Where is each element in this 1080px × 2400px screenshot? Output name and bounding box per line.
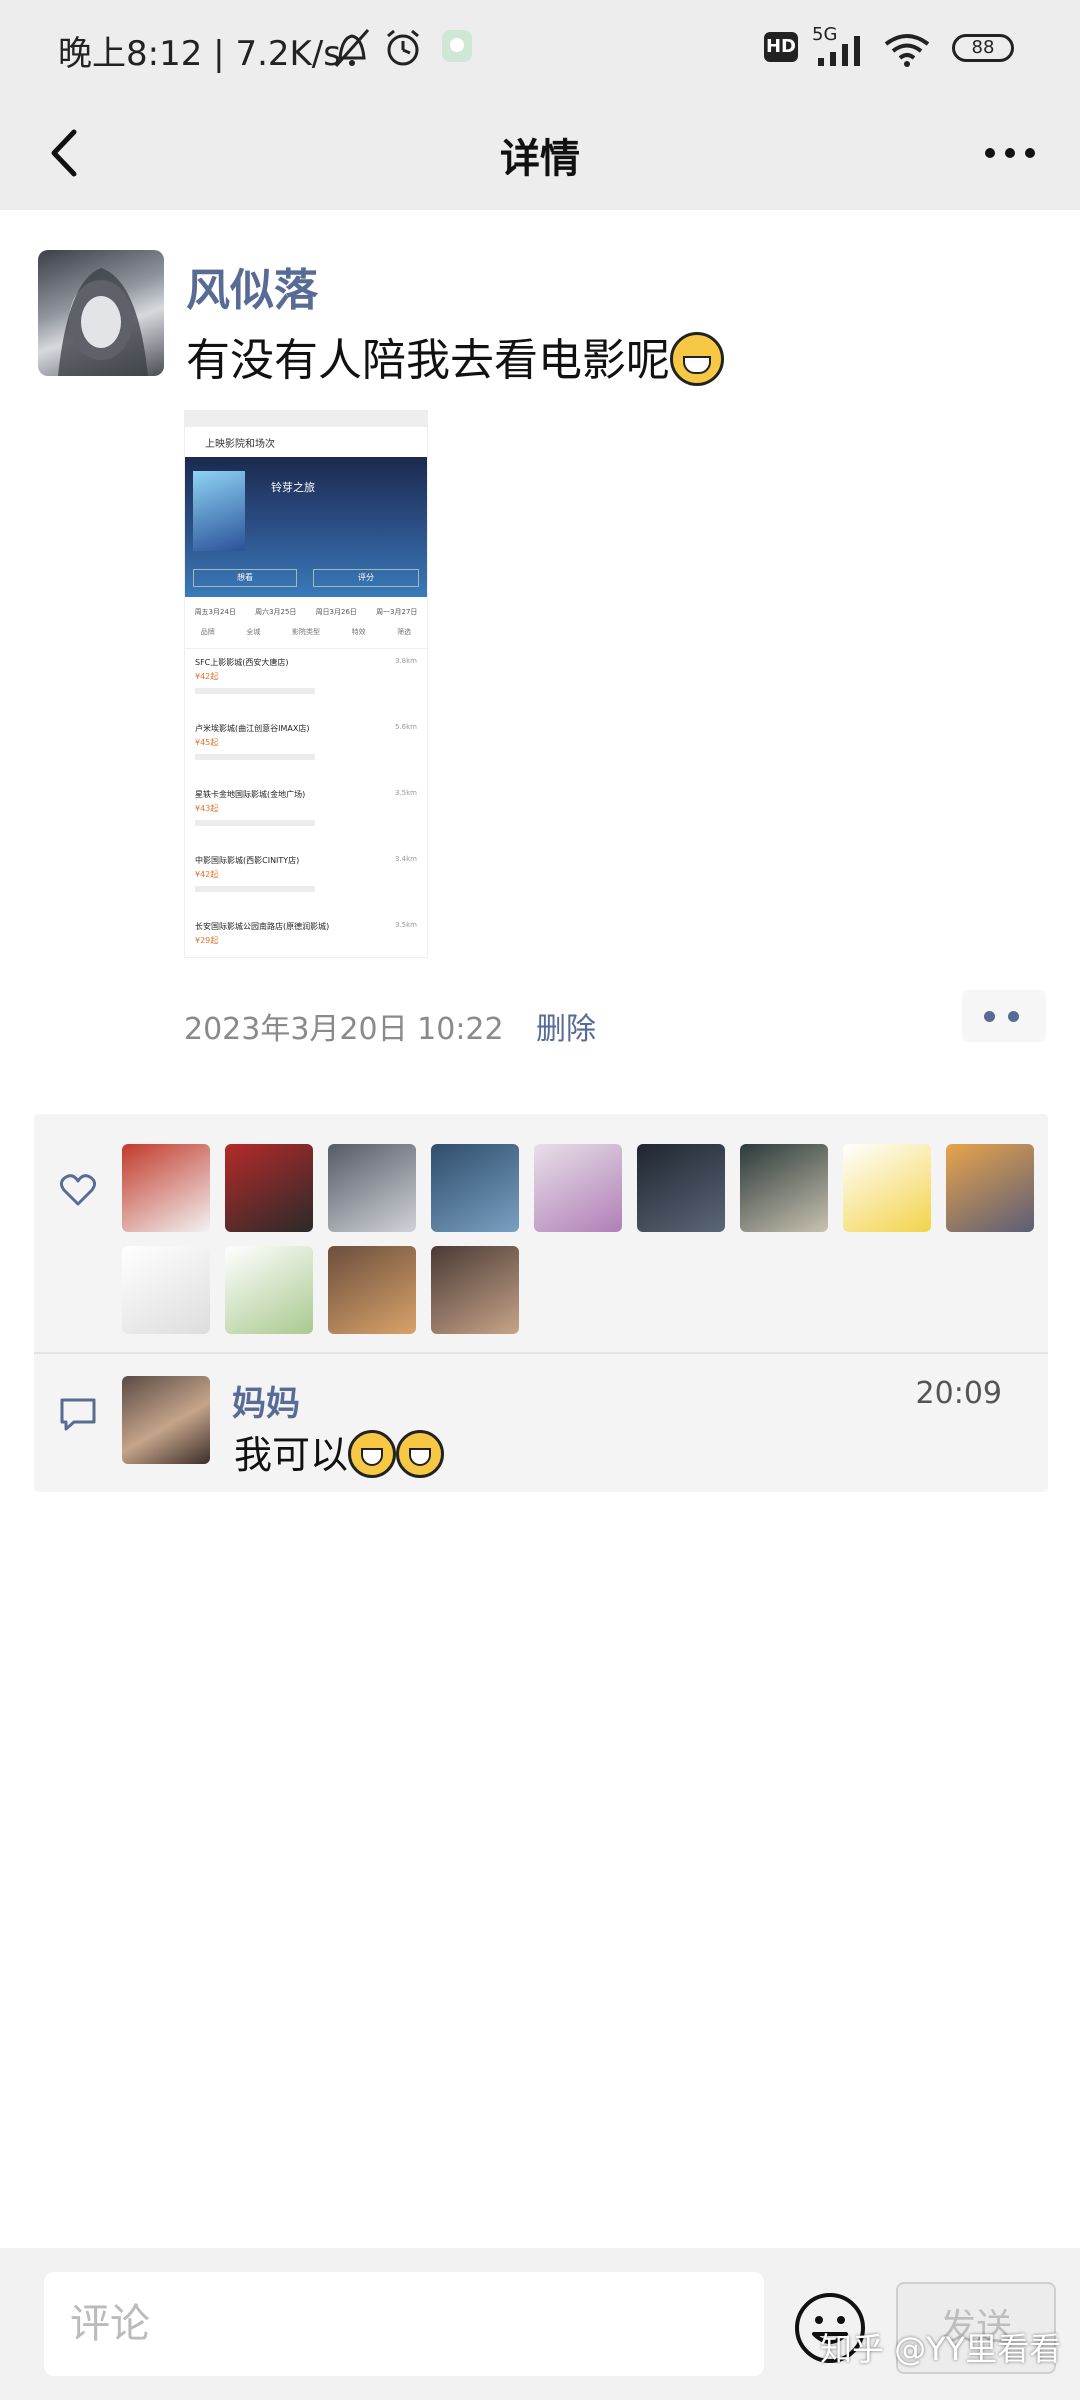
bell-muted-icon [334, 29, 370, 67]
heart-icon [59, 1174, 97, 1206]
author-name[interactable]: 风似落 [186, 254, 318, 318]
image-button-right: 评分 [313, 569, 419, 587]
smile-emoji-icon [396, 1429, 445, 1478]
alarm-icon [387, 29, 419, 66]
grin-emoji-icon [670, 332, 724, 386]
liker-avatar[interactable] [843, 1144, 931, 1232]
comment-text-content: 我可以 [234, 1433, 349, 1477]
post-image[interactable]: 上映影院和场次 铃芽之旅 想看 评分 周五3月24日 周六3月25日 周日3月2… [184, 410, 428, 958]
image-cinema-row: 星轶卡金地国际影城(金地广场) ¥43起 3.5km [185, 781, 427, 847]
author-avatar[interactable] [38, 250, 164, 376]
post-timestamp: 2023年3月20日 10:22 [184, 1012, 504, 1047]
signal-icon [818, 36, 860, 66]
liker-avatar[interactable] [740, 1144, 828, 1232]
hd-badge: HD [764, 32, 798, 62]
image-header: 上映影院和场次 [205, 439, 275, 450]
comment-text[interactable]: 我可以 [234, 1424, 445, 1482]
interaction-panel: 妈妈 20:09 我可以 [34, 1114, 1048, 1492]
image-button-left: 想看 [193, 569, 297, 587]
image-date-tabs: 周五3月24日 周六3月25日 周日3月26日 周一3月27日 [194, 608, 418, 616]
smile-emoji-icon [348, 1429, 397, 1478]
status-time: 晚上8:12 [58, 34, 203, 74]
liker-avatar[interactable] [431, 1246, 519, 1334]
liker-avatar[interactable] [122, 1246, 210, 1334]
commenter-avatar[interactable] [122, 1376, 210, 1464]
liker-avatar[interactable] [328, 1246, 416, 1334]
delete-post-link[interactable]: 删除 [536, 1004, 596, 1048]
liker-avatar[interactable] [225, 1246, 313, 1334]
more-options-button[interactable] [970, 118, 1050, 188]
page-title: 详情 [500, 136, 580, 182]
post-text: 有没有人陪我去看电影呢 [186, 324, 724, 390]
nav-bar: 详情 [0, 96, 1080, 210]
image-movie-title: 铃芽之旅 [271, 481, 315, 494]
comment-input[interactable] [44, 2272, 764, 2376]
liker-avatar[interactable] [122, 1144, 210, 1232]
image-movie-banner: 铃芽之旅 想看 评分 [185, 457, 427, 597]
liker-avatar[interactable] [534, 1144, 622, 1232]
image-filters: 品牌 全城 影院类型 特效 筛选 [185, 627, 427, 649]
panel-divider [34, 1352, 1048, 1354]
image-cinema-row: 长安国际影城公园南路店(原德润影城) ¥29起 3.5km [195, 921, 417, 945]
liker-avatar[interactable] [637, 1144, 725, 1232]
app-notification-icon [442, 30, 472, 62]
battery-indicator: 88 [952, 34, 1014, 62]
image-cinema-row: 卢米埃影城(曲江创意谷IMAX店) ¥45起 5.6km [185, 715, 427, 781]
dot-icon [984, 1011, 995, 1022]
avatar-image [58, 268, 148, 376]
image-cinema-row: 中影国际影城(西影CINITY店) ¥42起 3.4km [185, 847, 427, 913]
status-bar: 晚上8:12 | 7.2K/s HD 5G 88 [0, 0, 1080, 96]
wifi-icon [884, 34, 930, 67]
dot-icon [1008, 1011, 1019, 1022]
status-net-speed: 7.2K/s [235, 34, 341, 74]
watermark: 知乎 @YY里看看 [820, 2330, 1062, 2368]
liker-avatar[interactable] [328, 1144, 416, 1232]
comment-icon [60, 1398, 96, 1431]
liker-avatar[interactable] [225, 1144, 313, 1232]
status-text: 晚上8:12 | 7.2K/s [58, 34, 341, 74]
post-text-content: 有没有人陪我去看电影呢 [186, 335, 670, 386]
image-poster [193, 471, 245, 551]
image-cinema-row: SFC上影影城(西安大唐店) ¥42起 3.8km [185, 649, 427, 715]
liker-avatar[interactable] [431, 1144, 519, 1232]
comment-timestamp: 20:09 [915, 1376, 1002, 1411]
like-comment-menu-button[interactable] [962, 990, 1046, 1042]
liker-avatar[interactable] [946, 1144, 1034, 1232]
commenter-name[interactable]: 妈妈 [232, 1376, 300, 1425]
